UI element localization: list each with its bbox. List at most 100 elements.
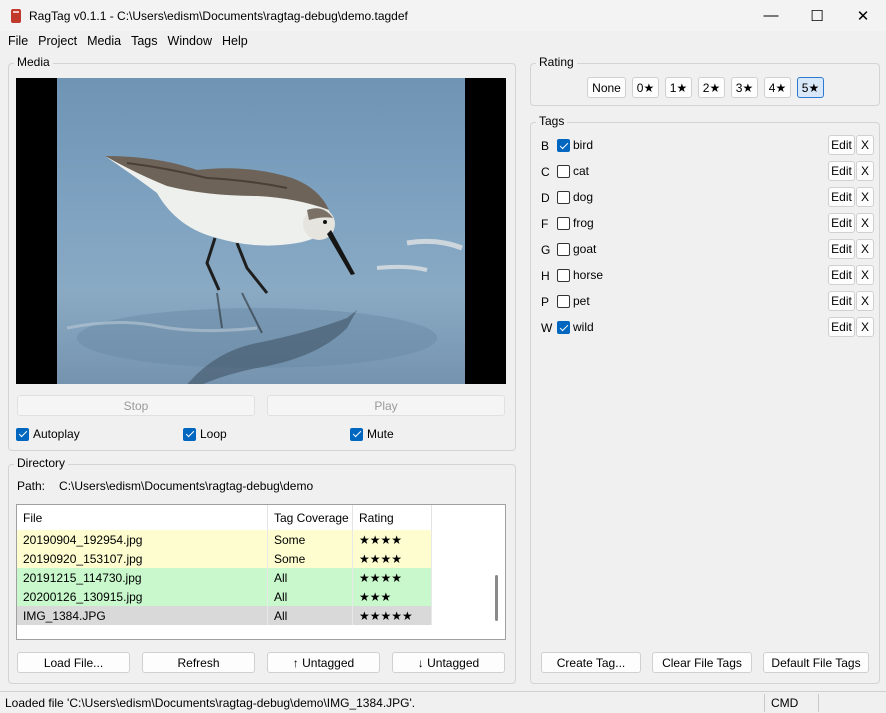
tag-label[interactable]: goat (573, 242, 596, 256)
tag-shortcut-key: W (541, 321, 553, 335)
menu-bar: File Project Media Tags Window Help (0, 31, 886, 51)
delete-tag-button[interactable]: X (856, 317, 874, 337)
rating-button-5-stars[interactable]: 5★ (797, 77, 824, 98)
rating-cell: ★★★★ (353, 549, 432, 568)
menu-window[interactable]: Window (163, 34, 217, 48)
vertical-scrollbar[interactable] (488, 505, 505, 639)
delete-tag-button[interactable]: X (856, 239, 874, 259)
file-name-cell: 20190920_153107.jpg (17, 549, 268, 568)
tag-checkbox[interactable] (557, 295, 570, 308)
media-panel-label: Media (14, 55, 53, 69)
tag-shortcut-key: H (541, 269, 550, 283)
edit-tag-button[interactable]: Edit (828, 239, 855, 259)
next-untagged-button[interactable]: ↓ Untagged (392, 652, 505, 673)
tag-label[interactable]: cat (573, 164, 589, 178)
edit-tag-button[interactable]: Edit (828, 317, 855, 337)
edit-tag-button[interactable]: Edit (828, 213, 855, 233)
column-header-coverage[interactable]: Tag Coverage (268, 505, 353, 530)
column-header-file[interactable]: File (17, 505, 268, 530)
tag-checkbox[interactable] (557, 139, 570, 152)
tag-label[interactable]: horse (573, 268, 603, 282)
stop-button[interactable]: Stop (17, 395, 255, 416)
tag-label[interactable]: wild (573, 320, 594, 334)
table-row[interactable]: 20191215_114730.jpg All ★★★★ (17, 568, 432, 587)
delete-tag-button[interactable]: X (856, 161, 874, 181)
tag-checkbox[interactable] (557, 165, 570, 178)
column-header-rating[interactable]: Rating (353, 505, 432, 530)
window-controls: — ☐ ✕ (748, 0, 886, 31)
menu-tags[interactable]: Tags (126, 34, 162, 48)
close-button[interactable]: ✕ (840, 0, 886, 31)
title-bar[interactable]: RagTag v0.1.1 - C:\Users\edism\Documents… (0, 0, 886, 31)
table-row[interactable]: 20190920_153107.jpg Some ★★★★ (17, 549, 432, 568)
tag-label[interactable]: pet (573, 294, 590, 308)
tag-checkbox[interactable] (557, 217, 570, 230)
rating-button-4-stars[interactable]: 4★ (764, 77, 791, 98)
delete-tag-button[interactable]: X (856, 187, 874, 207)
maximize-button[interactable]: ☐ (794, 0, 840, 31)
play-button[interactable]: Play (267, 395, 505, 416)
input-mode-indicator: CMD (771, 696, 799, 710)
autoplay-toggle[interactable]: Autoplay (16, 427, 80, 441)
rating-button-1-stars[interactable]: 1★ (665, 77, 692, 98)
loop-checkbox[interactable] (183, 427, 196, 441)
status-divider (818, 694, 819, 712)
mute-label: Mute (367, 427, 394, 441)
menu-file[interactable]: File (3, 34, 33, 48)
menu-media[interactable]: Media (82, 34, 126, 48)
mute-toggle[interactable]: Mute (350, 427, 394, 441)
edit-tag-button[interactable]: Edit (828, 265, 855, 285)
tag-label[interactable]: bird (573, 138, 593, 152)
rating-panel-label: Rating (536, 55, 577, 69)
clear-file-tags-button[interactable]: Clear File Tags (652, 652, 752, 673)
rating-cell: ★★★★★ (353, 606, 432, 625)
file-table[interactable]: File Tag Coverage Rating 20190904_192954… (16, 504, 506, 640)
edit-tag-button[interactable]: Edit (828, 135, 855, 155)
tag-checkbox[interactable] (557, 269, 570, 282)
tag-label[interactable]: dog (573, 190, 593, 204)
rating-button-2-stars[interactable]: 2★ (698, 77, 725, 98)
menu-project[interactable]: Project (33, 34, 82, 48)
previous-untagged-button[interactable]: ↑ Untagged (267, 652, 380, 673)
edit-tag-button[interactable]: Edit (828, 161, 855, 181)
app-icon (11, 8, 21, 23)
bird-photo-icon (66, 156, 463, 384)
directory-path: Path: C:\Users\edism\Documents\ragtag-de… (17, 479, 313, 493)
delete-tag-button[interactable]: X (856, 291, 874, 311)
default-file-tags-button[interactable]: Default File Tags (763, 652, 869, 673)
rating-cell: ★★★ (353, 587, 432, 606)
rating-button-3-stars[interactable]: 3★ (731, 77, 758, 98)
table-row[interactable]: IMG_1384.JPG All ★★★★★ (17, 606, 432, 625)
path-value: C:\Users\edism\Documents\ragtag-debug\de… (59, 479, 314, 493)
table-row[interactable]: 20190904_192954.jpg Some ★★★★ (17, 530, 432, 549)
tag-row-frog: Ffrog Edit X (541, 213, 874, 235)
tag-label[interactable]: frog (573, 216, 594, 230)
directory-panel-label: Directory (14, 456, 69, 470)
rating-button-0-stars[interactable]: 0★ (632, 77, 659, 98)
scrollbar-thumb[interactable] (495, 575, 498, 621)
load-file-button[interactable]: Load File... (17, 652, 130, 673)
status-message: Loaded file 'C:\Users\edism\Documents\ra… (5, 696, 416, 710)
rating-button-none[interactable]: None (587, 77, 626, 98)
refresh-button[interactable]: Refresh (142, 652, 255, 673)
media-viewer (16, 78, 506, 384)
tag-row-bird: Bbird Edit X (541, 135, 874, 157)
table-row[interactable]: 20200126_130915.jpg All ★★★ (17, 587, 432, 606)
delete-tag-button[interactable]: X (856, 135, 874, 155)
edit-tag-button[interactable]: Edit (828, 291, 855, 311)
delete-tag-button[interactable]: X (856, 265, 874, 285)
menu-help[interactable]: Help (217, 34, 253, 48)
tag-checkbox[interactable] (557, 321, 570, 334)
minimize-button[interactable]: — (748, 0, 794, 31)
tag-checkbox[interactable] (557, 191, 570, 204)
mute-checkbox[interactable] (350, 427, 363, 441)
tag-coverage-cell: Some (268, 530, 353, 549)
edit-tag-button[interactable]: Edit (828, 187, 855, 207)
delete-tag-button[interactable]: X (856, 213, 874, 233)
loop-toggle[interactable]: Loop (183, 427, 227, 441)
tag-shortcut-key: B (541, 139, 550, 153)
create-tag-button[interactable]: Create Tag... (541, 652, 641, 673)
autoplay-checkbox[interactable] (16, 427, 29, 441)
tag-checkbox[interactable] (557, 243, 570, 256)
tag-shortcut-key: D (541, 191, 550, 205)
